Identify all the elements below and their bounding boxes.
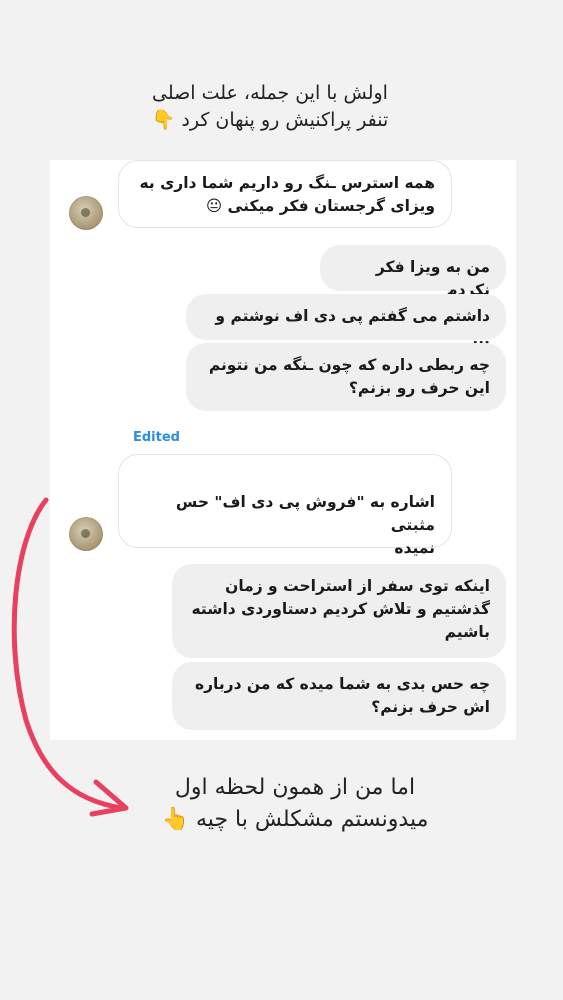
curved-arrow-icon [11, 497, 129, 817]
bottom-caption: اما من از همون لحظه اول میدونستم مشکلش ب… [130, 772, 460, 836]
bottom-caption-line-2: میدونستم مشکلش با چیه 👆 [161, 807, 429, 832]
bottom-caption-line-1: اما من از همون لحظه اول [174, 775, 416, 800]
